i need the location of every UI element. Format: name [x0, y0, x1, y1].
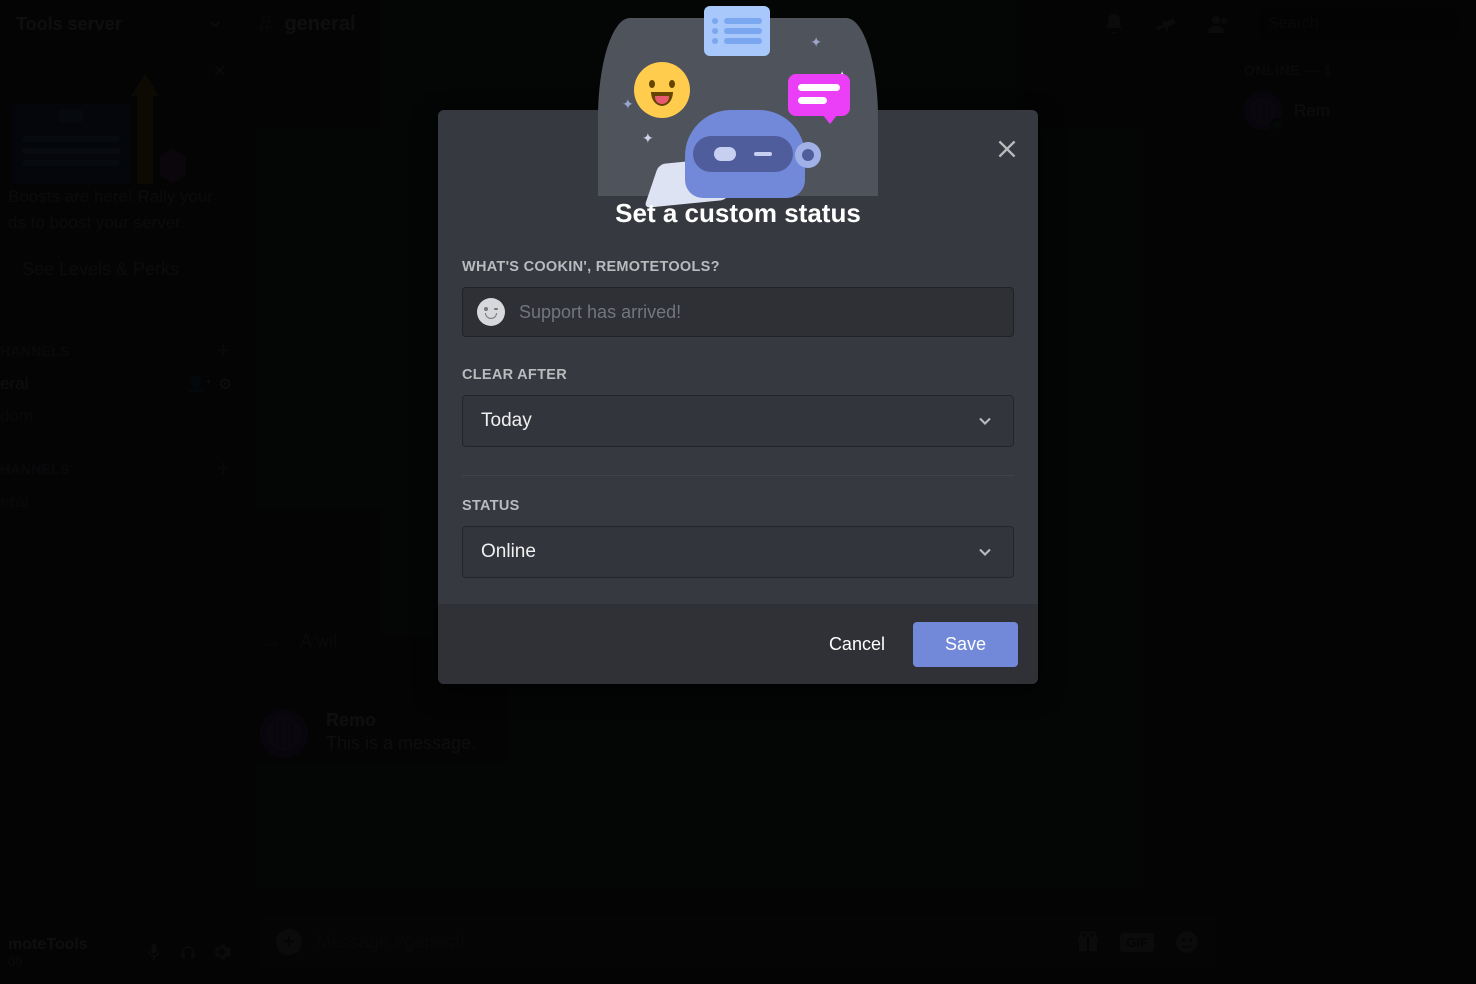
close-icon[interactable]: [994, 136, 1020, 162]
status-text-input[interactable]: [519, 302, 999, 323]
clear-after-select[interactable]: Today: [462, 395, 1014, 447]
modal-footer: Cancel Save: [438, 604, 1038, 684]
emoji-picker-icon[interactable]: [477, 298, 505, 326]
presence-status-select[interactable]: Online: [462, 526, 1014, 578]
modal-title: Set a custom status: [462, 198, 1014, 229]
status-text-field[interactable]: [462, 287, 1014, 337]
clear-after-label: CLEAR AFTER: [462, 367, 1014, 383]
status-text-label: WHAT'S COOKIN', REMOTETOOLS?: [462, 259, 1014, 275]
clear-after-value: Today: [481, 410, 532, 432]
presence-status-label: STATUS: [462, 498, 1014, 514]
presence-status-value: Online: [481, 541, 536, 563]
chevron-down-icon: [975, 542, 995, 562]
cancel-button[interactable]: Cancel: [811, 624, 903, 665]
chevron-down-icon: [975, 411, 995, 431]
save-button[interactable]: Save: [913, 622, 1018, 667]
modal-overlay[interactable]: ✦ ✦ ✦ ✦ Set a custom status WHAT'S COOKI…: [0, 0, 1476, 984]
custom-status-modal: Set a custom status WHAT'S COOKIN', REMO…: [438, 110, 1038, 684]
